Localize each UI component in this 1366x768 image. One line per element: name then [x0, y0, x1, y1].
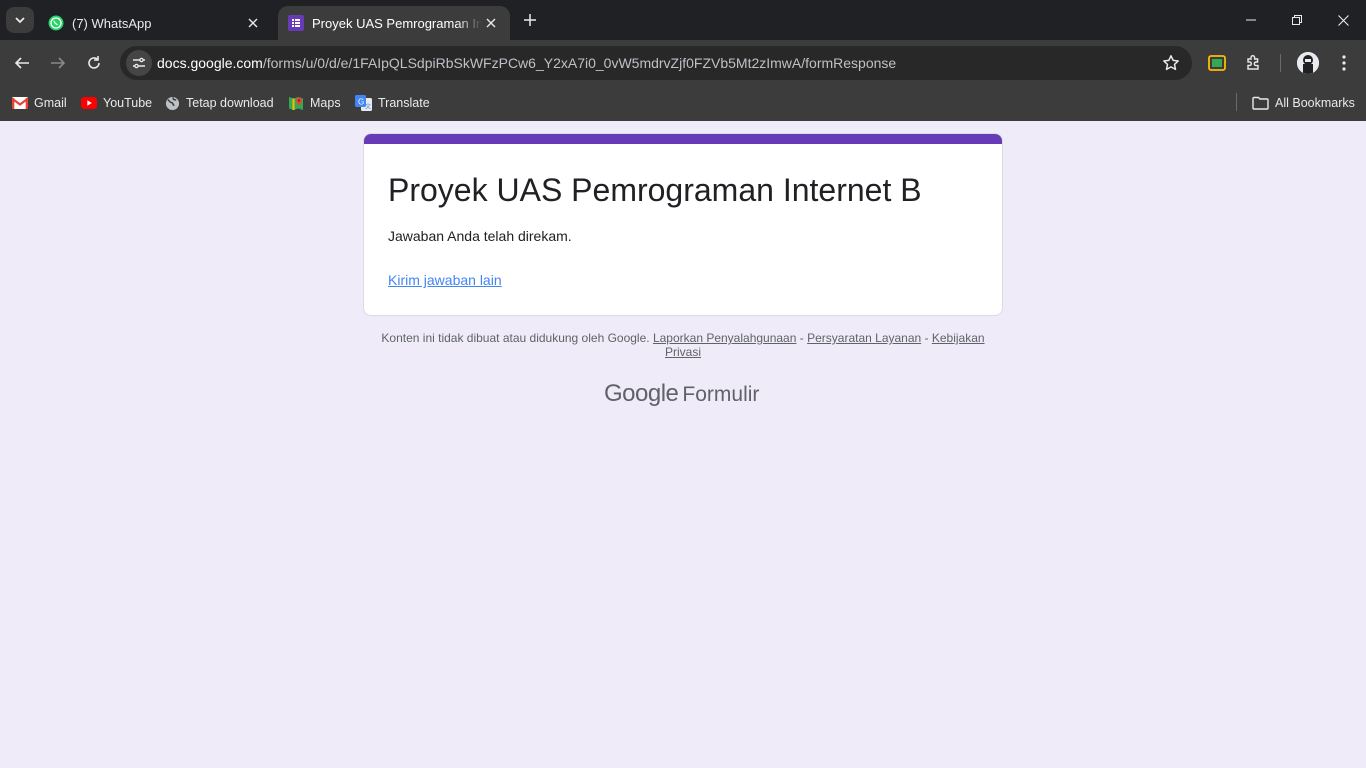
puzzle-icon [1247, 55, 1259, 70]
folder-icon [1252, 96, 1269, 110]
separator: - [924, 331, 929, 345]
form-confirmation-card: Proyek UAS Pemrograman Internet B Jawaba… [363, 133, 1003, 316]
close-tab-button[interactable] [482, 14, 500, 32]
bookmark-maps[interactable]: Maps [288, 92, 341, 114]
tab-strip: (7) WhatsApp Proyek UAS Pemrograman Inte… [0, 0, 1366, 40]
extensions-menu-button[interactable] [1244, 53, 1264, 73]
tab-title: Proyek UAS Pemrograman Internet B [312, 15, 482, 31]
separator: - [799, 331, 804, 345]
bookmark-label: Maps [310, 96, 341, 110]
close-icon [1337, 14, 1349, 26]
whatsapp-icon [48, 15, 64, 31]
restore-button[interactable] [1274, 0, 1320, 40]
arrow-right-icon [51, 57, 66, 69]
tune-icon [133, 57, 145, 69]
footer-disclaimer: Konten ini tidak dibuat atau didukung ol… [363, 331, 1003, 359]
submit-another-response-link[interactable]: Kirim jawaban lain [388, 272, 502, 288]
restore-icon [1292, 15, 1302, 25]
url-path: /forms/u/0/d/e/1FAIpQLSdpiRbSkWFzPCw6_Y2… [262, 55, 897, 71]
form-title: Proyek UAS Pemrograman Internet B [388, 172, 922, 208]
toolbar-divider [1280, 54, 1281, 72]
forward-button[interactable] [44, 49, 72, 77]
minimize-icon [1246, 19, 1256, 21]
maps-icon [289, 97, 303, 110]
bookmark-translate[interactable]: G文 Translate [355, 92, 430, 114]
extension-app-icon [1208, 55, 1226, 71]
back-button[interactable] [8, 49, 36, 77]
all-bookmarks-button[interactable]: All Bookmarks [1252, 92, 1355, 114]
bookmark-youtube[interactable]: YouTube [81, 92, 152, 114]
bookmark-tetap-download[interactable]: Tetap download [165, 92, 274, 114]
site-info-button[interactable] [126, 50, 152, 76]
more-vert-icon [1342, 55, 1346, 71]
google-forms-logo[interactable]: Google Formulir [604, 380, 759, 408]
svg-text:G: G [358, 98, 364, 107]
extension-button[interactable] [1207, 53, 1227, 73]
reload-button[interactable] [80, 49, 108, 77]
svg-text:文: 文 [365, 103, 371, 111]
address-bar[interactable]: docs.google.com/forms/u/0/d/e/1FAIpQLSdp… [120, 46, 1192, 80]
all-bookmarks-label: All Bookmarks [1275, 96, 1355, 110]
bookmarks-bar: Gmail YouTube Tetap download Maps G文 Tra… [0, 86, 1366, 121]
report-abuse-link[interactable]: Laporkan Penyalahgunaan [653, 331, 796, 345]
translate-icon: G文 [355, 95, 372, 111]
reload-icon [88, 56, 100, 69]
browser-menu-button[interactable] [1334, 53, 1354, 73]
form-accent-band [364, 134, 1002, 144]
close-icon [486, 18, 496, 28]
forms-wordmark: Formulir [682, 383, 760, 406]
tab-title: (7) WhatsApp [72, 15, 152, 31]
gmail-icon [12, 97, 28, 109]
tab-search-button[interactable] [6, 7, 34, 33]
youtube-icon [81, 97, 97, 109]
minimize-button[interactable] [1228, 0, 1274, 40]
browser-toolbar: docs.google.com/forms/u/0/d/e/1FAIpQLSdp… [0, 40, 1366, 86]
confirmation-message: Jawaban Anda telah direkam. [388, 228, 572, 244]
bookmark-gmail[interactable]: Gmail [12, 92, 67, 114]
url-text[interactable]: docs.google.com/forms/u/0/d/e/1FAIpQLSdp… [157, 55, 896, 71]
bookmark-star-icon[interactable] [1162, 54, 1180, 72]
bookmark-label: YouTube [103, 96, 153, 110]
new-tab-button[interactable] [518, 8, 542, 32]
url-host: docs.google.com [157, 55, 263, 71]
tab-whatsapp[interactable]: (7) WhatsApp [38, 6, 272, 40]
close-tab-button[interactable] [244, 14, 262, 32]
close-icon [248, 18, 258, 28]
plus-icon [524, 14, 536, 26]
disclaimer-text: Konten ini tidak dibuat atau didukung ol… [381, 331, 650, 345]
arrow-left-icon [14, 57, 29, 69]
avatar-icon [1297, 52, 1319, 74]
google-wordmark: Google [604, 380, 679, 407]
google-forms-icon [288, 15, 304, 31]
bookmark-label: Translate [378, 96, 430, 110]
globe-icon [165, 96, 180, 110]
profile-avatar[interactable] [1297, 52, 1319, 74]
chevron-down-icon [15, 17, 25, 24]
bookmark-label: Gmail [34, 96, 67, 110]
tab-google-form[interactable]: Proyek UAS Pemrograman Internet B [278, 6, 510, 40]
bookmark-label: Tetap download [186, 96, 274, 110]
close-window-button[interactable] [1320, 0, 1366, 40]
bookmarks-divider [1236, 93, 1237, 111]
terms-of-service-link[interactable]: Persyaratan Layanan [807, 331, 921, 345]
